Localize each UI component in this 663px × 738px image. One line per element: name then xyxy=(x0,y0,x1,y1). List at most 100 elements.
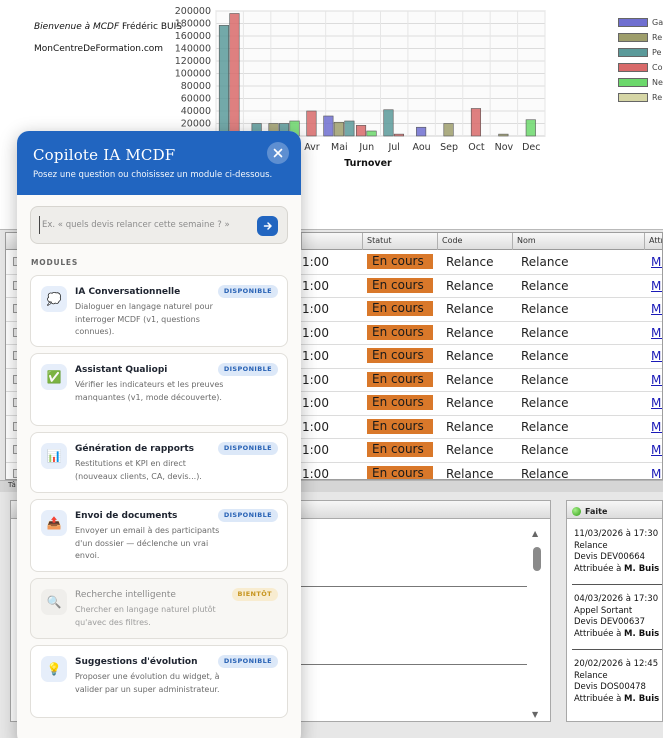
cell-code: Relance xyxy=(446,443,494,457)
chart-bar xyxy=(498,133,509,137)
chart-bar xyxy=(355,125,367,137)
cell-attribution-link[interactable]: M. xyxy=(651,443,662,457)
chart-bar xyxy=(229,13,240,137)
module-card[interactable]: 🔍 Recherche intelligente Chercher en langa… xyxy=(30,578,288,639)
module-status-badge: DISPONIBLE xyxy=(217,363,278,376)
status-badge: En cours xyxy=(367,254,433,269)
copilot-title: Copilote IA MCDF xyxy=(33,146,176,164)
status-badge: En cours xyxy=(367,465,433,479)
y-tick-label: 60000 xyxy=(181,94,211,105)
module-description: Dialoguer en langage naturel pour interr… xyxy=(75,302,213,336)
legend-label: Re xyxy=(652,33,663,42)
status-badge: En cours xyxy=(367,442,433,457)
status-badge: En cours xyxy=(367,371,433,387)
y-tick-label: 120000 xyxy=(175,56,211,67)
done-separator xyxy=(572,584,662,585)
module-card[interactable]: ✅ Assistant Qualiopi Vérifier les indicate… xyxy=(30,353,288,426)
close-icon xyxy=(273,148,283,158)
module-title: Assistant Qualiopi xyxy=(75,365,168,375)
cell-attribution-link[interactable]: M. xyxy=(651,279,662,293)
close-button[interactable] xyxy=(267,142,289,164)
tasks-scrollbar[interactable]: ▲ ▼ xyxy=(532,529,542,719)
copilot-widget: Copilote IA MCDF Posez une question ou c… xyxy=(17,131,301,738)
outbox-icon: 📤 xyxy=(41,510,67,536)
module-status-badge: DISPONIBLE xyxy=(217,655,278,668)
cell-time: 1:00 xyxy=(302,419,329,434)
cell-attribution-link[interactable]: M. xyxy=(651,255,662,269)
cell-attribution-link[interactable]: M. xyxy=(651,420,662,434)
legend-swatch xyxy=(618,33,648,42)
chart-bar xyxy=(443,123,454,137)
module-card[interactable]: 📤 Envoi de documents Envoyer un email à de… xyxy=(30,499,288,572)
col-attribution[interactable]: Attri xyxy=(649,236,662,245)
cell-attribution-link[interactable]: M. xyxy=(651,302,662,316)
cell-time: 1:00 xyxy=(302,302,329,316)
cell-attribution-link[interactable]: M. xyxy=(651,326,662,340)
legend-swatch xyxy=(618,93,648,102)
y-tick-label: 180000 xyxy=(175,19,211,30)
cell-time: 1:00 xyxy=(302,255,329,269)
done-entry[interactable]: 20/02/2026 à 12:45 Relance Devis DOS00478 A… xyxy=(574,659,662,705)
legend-label: Ga xyxy=(652,18,663,27)
done-entry-type: Relance xyxy=(574,540,608,551)
done-entry-type: Relance xyxy=(574,670,608,681)
cell-attribution-link[interactable]: M. xyxy=(651,349,662,363)
cell-code: Relance xyxy=(446,325,494,340)
copilot-search-box xyxy=(30,206,288,244)
cell-attribution-link[interactable]: M. xyxy=(651,396,662,410)
module-card[interactable]: 💭 IA Conversationnelle Dialoguer en langag… xyxy=(30,275,288,347)
x-tick-label: Avr xyxy=(304,142,320,153)
done-entry-assigned-prefix: Attribuée à xyxy=(574,693,622,704)
module-status-badge: DISPONIBLE xyxy=(217,442,278,455)
y-tick-label: 20000 xyxy=(181,119,211,130)
cell-nom: Relance xyxy=(521,325,569,340)
done-entry[interactable]: 04/03/2026 à 17:30 Appel Sortant Devis DEV… xyxy=(574,594,662,640)
cell-time: 1:00 xyxy=(302,372,329,387)
chart-bar xyxy=(383,109,394,137)
module-description: Restitutions et KPI en direct (nouveaux … xyxy=(75,459,202,481)
module-description: Proposer une évolution du widget, à vali… xyxy=(75,672,220,694)
scroll-up-icon[interactable]: ▲ xyxy=(532,529,538,538)
cell-code: Relance xyxy=(446,396,494,410)
cell-attribution-link[interactable]: M. xyxy=(651,373,662,387)
cell-nom: Relance xyxy=(521,302,569,316)
copilot-question-input[interactable] xyxy=(39,216,249,234)
status-badge: En cours xyxy=(367,301,433,316)
done-entry-date: 11/03/2026 à 17:30 xyxy=(574,529,659,539)
legend-swatch xyxy=(618,63,648,72)
col-nom[interactable]: Nom xyxy=(517,236,536,245)
legend-item: Ne xyxy=(618,75,663,90)
cell-code: Relance xyxy=(446,419,494,434)
done-entry-ref: Devis DEV00664 xyxy=(574,552,646,562)
scroll-down-icon[interactable]: ▼ xyxy=(532,710,538,719)
copilot-header: Copilote IA MCDF Posez une question ou c… xyxy=(17,131,301,195)
chart-bar xyxy=(323,115,334,137)
x-tick-label: Dec xyxy=(522,142,540,153)
cell-attribution-link[interactable]: M. xyxy=(651,467,662,480)
module-title: IA Conversationnelle xyxy=(75,287,181,297)
cell-code: Relance xyxy=(446,255,494,269)
legend-label: Co xyxy=(652,63,663,72)
legend-swatch xyxy=(618,18,648,27)
col-code[interactable]: Code xyxy=(442,236,462,245)
bar-chart-icon: 📊 xyxy=(41,443,67,469)
module-description: Envoyer un email à des participants d'un… xyxy=(75,526,220,560)
done-entry[interactable]: 11/03/2026 à 17:30 Relance Devis DEV00664 A… xyxy=(574,529,662,575)
scroll-thumb[interactable] xyxy=(533,547,541,571)
cell-nom: Relance xyxy=(521,255,569,269)
done-panel-header: Faite xyxy=(567,501,662,519)
status-badge: En cours xyxy=(367,418,433,434)
module-card[interactable]: 📊 Génération de rapports Restitutions et K… xyxy=(30,432,288,493)
cell-time: 1:00 xyxy=(302,396,329,410)
send-button[interactable] xyxy=(257,216,278,236)
col-statut[interactable]: Statut xyxy=(367,236,391,245)
done-entry-type: Appel Sortant xyxy=(574,605,633,616)
x-tick-label: Jun xyxy=(358,142,374,153)
cell-time: 1:00 xyxy=(302,466,329,480)
status-badge: En cours xyxy=(367,324,433,340)
x-axis-label: Turnover xyxy=(344,158,392,169)
chart-bar xyxy=(333,121,344,137)
module-card[interactable]: 💡 Suggestions d'évolution Proposer une évo… xyxy=(30,645,288,718)
cell-nom: Relance xyxy=(521,278,569,293)
cell-time: 1:00 xyxy=(302,349,329,363)
